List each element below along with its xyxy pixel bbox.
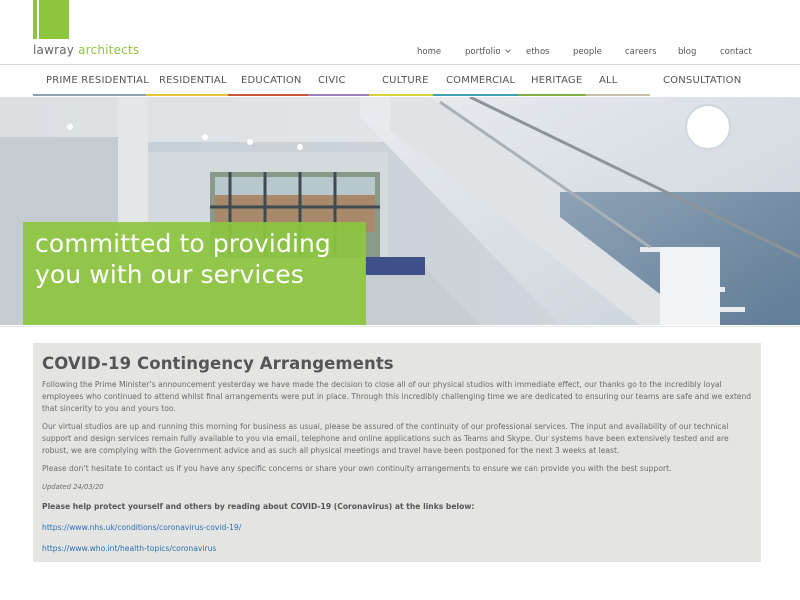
category-label: RESIDENTIAL bbox=[159, 75, 227, 86]
notice-paragraph-3: Please don’t hesitate to contact us if y… bbox=[42, 464, 672, 473]
notice-paragraph-2: Our virtual studios are up and running t… bbox=[42, 422, 729, 455]
category-underline bbox=[433, 94, 518, 96]
who-link[interactable]: https://www.who.int/health-topics/corona… bbox=[42, 543, 752, 555]
logo-mark[interactable] bbox=[33, 0, 69, 39]
category-label: CIVIC bbox=[318, 75, 346, 86]
category-underline bbox=[369, 94, 433, 96]
category-underline bbox=[518, 94, 586, 96]
category-civic[interactable]: CIVIC bbox=[308, 66, 369, 97]
nav-ethos[interactable]: ethos bbox=[526, 47, 550, 57]
nav-careers[interactable]: careers bbox=[625, 47, 657, 57]
category-residential[interactable]: RESIDENTIAL bbox=[146, 66, 228, 97]
category-label: EDUCATION bbox=[241, 75, 302, 86]
category-all[interactable]: ALL bbox=[586, 66, 650, 97]
category-underline bbox=[146, 94, 228, 96]
category-commercial[interactable]: COMMERCIAL bbox=[433, 66, 518, 97]
nav-contact[interactable]: contact bbox=[720, 47, 752, 57]
category-label: HERITAGE bbox=[531, 75, 583, 86]
nhs-link[interactable]: https://www.nhs.uk/conditions/coronaviru… bbox=[42, 522, 752, 534]
nav-portfolio[interactable]: portfolio bbox=[465, 47, 511, 57]
covid-notice: COVID-19 Contingency Arrangements Follow… bbox=[33, 343, 761, 562]
category-label: COMMERCIAL bbox=[446, 75, 516, 86]
notice-updated-date: Updated 24/03/20 bbox=[42, 483, 104, 491]
category-label: CONSULTATION bbox=[663, 75, 742, 86]
top-nav: home portfolio ethos people careers blog… bbox=[0, 47, 800, 61]
category-culture[interactable]: CULTURE bbox=[369, 66, 433, 97]
notice-title: COVID-19 Contingency Arrangements bbox=[42, 354, 394, 373]
category-label: ALL bbox=[599, 75, 618, 86]
category-nav: PRIME RESIDENTIAL RESIDENTIAL EDUCATION … bbox=[0, 66, 800, 97]
nav-portfolio-label: portfolio bbox=[465, 47, 501, 57]
category-underline bbox=[228, 94, 308, 96]
notice-paragraph-1: Following the Prime Minister’s announcem… bbox=[42, 380, 752, 413]
category-heritage[interactable]: HERITAGE bbox=[518, 66, 586, 97]
chevron-down-icon bbox=[504, 47, 511, 53]
hero-banner: committed to providing you with our serv… bbox=[0, 97, 800, 325]
nav-home[interactable]: home bbox=[417, 47, 441, 57]
nav-blog[interactable]: blog bbox=[678, 47, 696, 57]
category-underline bbox=[586, 94, 650, 96]
notice-help-text: Please help protect yourself and others … bbox=[42, 502, 475, 511]
nav-people[interactable]: people bbox=[573, 47, 602, 57]
category-consultation[interactable]: CONSULTATION bbox=[650, 66, 760, 97]
header-divider bbox=[0, 64, 800, 65]
category-label: PRIME RESIDENTIAL bbox=[46, 75, 149, 86]
hero-caption-line2: you with our services bbox=[35, 260, 304, 289]
hero-divider bbox=[0, 326, 800, 327]
category-prime-residential[interactable]: PRIME RESIDENTIAL bbox=[33, 66, 149, 97]
category-education[interactable]: EDUCATION bbox=[228, 66, 308, 97]
hero-caption-box: committed to providing you with our serv… bbox=[23, 222, 366, 325]
hero-caption-line1: committed to providing bbox=[35, 229, 331, 258]
category-underline bbox=[33, 94, 146, 96]
category-label: CULTURE bbox=[382, 75, 429, 86]
hero-caption: committed to providing you with our serv… bbox=[35, 228, 331, 290]
category-underline bbox=[308, 94, 369, 96]
